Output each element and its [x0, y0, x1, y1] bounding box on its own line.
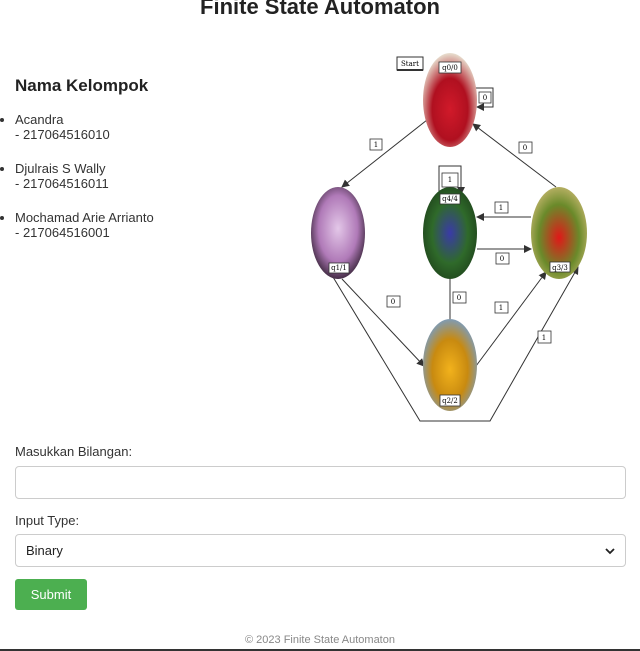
edge-q3-q0 [472, 123, 557, 188]
member-nim: - 217064516011 [15, 176, 109, 191]
chevron-down-icon [605, 547, 615, 554]
edge-q1-q2 [341, 278, 425, 367]
input-type-label: Input Type: [15, 513, 80, 528]
transition-label-q0-self: 0 [483, 94, 487, 102]
state-label-q1: q1/1 [331, 264, 347, 272]
member-item: Mochamad Arie Arrianto - 217064516001 [15, 210, 300, 240]
member-name: Acandra [15, 112, 64, 127]
transition-label-q3-q0: 0 [523, 144, 527, 152]
number-label: Masukkan Bilangan: [15, 444, 133, 459]
member-nim: - 217064516010 [15, 127, 110, 142]
member-item: Djulrais S Wally - 217064516011 [15, 161, 300, 191]
state-label-q3: q3/3 [552, 264, 568, 272]
state-q0: q0/0 [423, 53, 477, 147]
transition-label-q2-q3: 1 [499, 304, 503, 312]
submit-button[interactable]: Submit [15, 579, 87, 610]
edge-q0-q1 [341, 119, 428, 188]
transition-label-q4-q3: 0 [500, 255, 504, 263]
group-section: Nama Kelompok Acandra - 217064516010 Dju… [0, 76, 300, 259]
state-q4: q4/4 [423, 187, 477, 279]
state-label-q2: q2/2 [442, 397, 458, 405]
group-heading: Nama Kelompok [15, 76, 149, 95]
page-title: Finite State Automaton [200, 0, 440, 19]
member-nim: - 217064516001 [15, 225, 110, 240]
state-q1: q1/1 [311, 187, 365, 279]
state-label-q4: q4/4 [442, 195, 458, 203]
member-list: Acandra - 217064516010 Djulrais S Wally … [0, 112, 300, 240]
transition-label-q1-q3: 1 [542, 334, 546, 342]
number-input[interactable] [15, 466, 626, 499]
member-name: Mochamad Arie Arrianto [15, 210, 154, 225]
transition-label-q0-q1: 1 [374, 141, 378, 149]
member-item: Acandra - 217064516010 [15, 112, 300, 142]
input-type-selected: Binary [26, 543, 63, 558]
transition-label-q4-self: 1 [448, 176, 452, 184]
state-q2: q2/2 [423, 319, 477, 411]
footer-text: © 2023 Finite State Automaton [245, 634, 395, 646]
state-label-q0: q0/0 [442, 64, 458, 72]
input-type-select[interactable]: Binary [15, 534, 626, 567]
start-label: Start [401, 60, 419, 68]
transition-label-q1-q2: 0 [391, 298, 395, 306]
transition-label-q2-q4: 0 [457, 294, 461, 302]
member-name: Djulrais S Wally [15, 161, 106, 176]
number-form: Masukkan Bilangan: Input Type: Binary Su… [15, 444, 626, 610]
fsa-diagram: q0/0 q1/1 q2/2 q3/3 q4/4 Start 1 0 0 1 1… [311, 53, 587, 422]
transition-label-q3-q4: 1 [499, 204, 503, 212]
state-q3: q3/3 [531, 187, 587, 279]
edge-q2-q3 [475, 271, 547, 367]
